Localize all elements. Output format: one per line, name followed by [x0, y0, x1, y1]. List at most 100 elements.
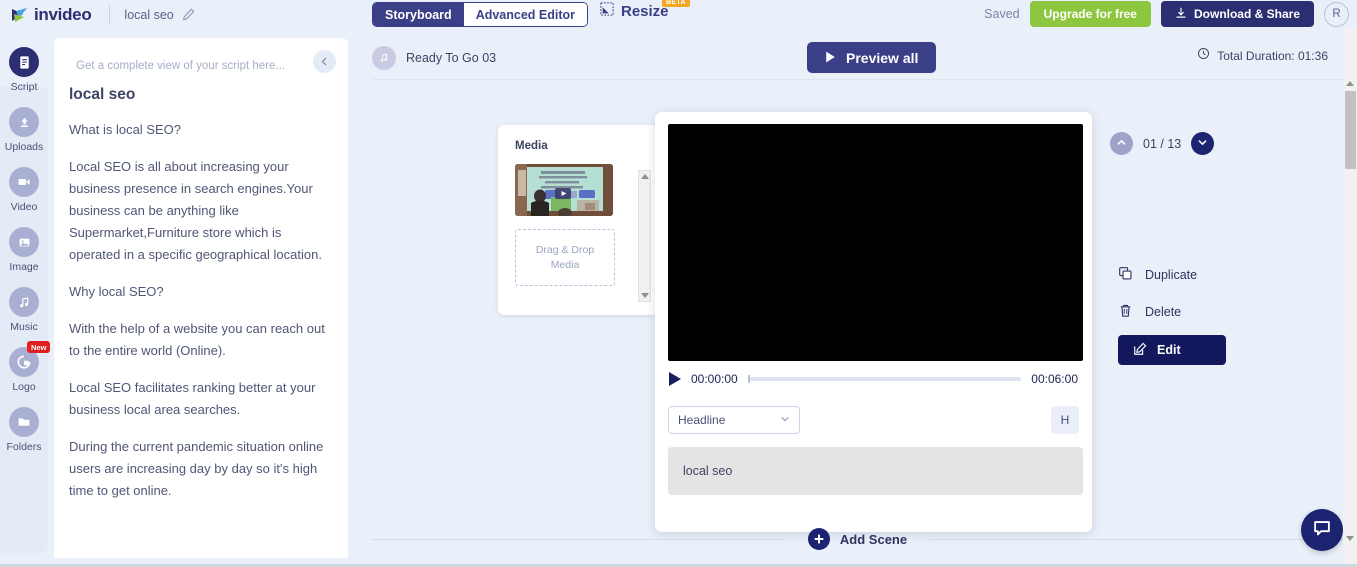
resize-button[interactable]: Resize BETA	[600, 0, 690, 21]
preview-all-button[interactable]: Preview all	[807, 42, 937, 73]
triangle-up-icon[interactable]	[640, 174, 649, 179]
image-icon	[9, 227, 39, 257]
scene-actions: Duplicate Delete Edit	[1118, 261, 1226, 365]
script-hint: Get a complete view of your script here.…	[76, 60, 286, 72]
current-time: 00:00:00	[691, 372, 738, 386]
left-sidebar: Script Uploads Video Image Music New Log…	[0, 29, 51, 567]
chevron-down-icon	[780, 413, 790, 427]
sidebar-item-folders[interactable]: Folders	[0, 397, 48, 453]
heading-style-badge[interactable]: H	[1051, 406, 1079, 434]
brand-logo[interactable]: invideo	[10, 4, 92, 25]
triangle-down-icon[interactable]	[640, 293, 649, 298]
video-thumbnail-presentation-icon[interactable]	[515, 164, 613, 216]
collapse-panel-button[interactable]	[313, 50, 336, 73]
panel-fade-overlay	[54, 540, 348, 558]
save-status: Saved	[984, 7, 1020, 21]
sidebar-item-label: Music	[10, 321, 38, 333]
tab-advanced-editor[interactable]: Advanced Editor	[463, 3, 588, 26]
script-title: local seo	[69, 86, 136, 103]
dropzone-line-1: Drag & Drop	[535, 243, 595, 256]
seek-bar[interactable]	[747, 375, 1022, 383]
next-scene-button[interactable]	[1191, 132, 1215, 155]
delete-scene-button[interactable]: Delete	[1118, 298, 1226, 326]
sidebar-item-label: Uploads	[4, 141, 44, 153]
chat-support-button[interactable]	[1301, 509, 1343, 551]
upgrade-button[interactable]: Upgrade for free	[1029, 1, 1151, 27]
edit-label: Edit	[1157, 343, 1181, 357]
sidebar-item-label: Folders	[6, 441, 42, 453]
scrollbar-down-arrow-icon[interactable]	[1346, 536, 1354, 541]
play-icon[interactable]	[669, 372, 681, 386]
sidebar-item-label: Video	[10, 201, 38, 213]
page-scrollbar[interactable]	[1343, 29, 1357, 567]
scrollbar-up-arrow-icon[interactable]	[1346, 81, 1354, 86]
chevron-down-icon	[1197, 135, 1208, 153]
text-type-select[interactable]: Headline	[668, 406, 800, 434]
chat-bubble-icon	[1311, 517, 1333, 544]
scene-counter: 01 / 13	[1143, 136, 1182, 151]
delete-label: Delete	[1145, 305, 1182, 319]
top-header: invideo local seo Storyboard Advanced Ed…	[0, 0, 1357, 29]
media-card-title: Media	[515, 140, 548, 152]
duplicate-scene-button[interactable]: Duplicate	[1118, 261, 1226, 289]
video-camera-icon	[9, 167, 39, 197]
script-panel: Get a complete view of your script here.…	[54, 38, 348, 558]
add-scene-button[interactable]: Add Scene	[786, 528, 929, 550]
script-paragraph: During the current pandemic situation on…	[69, 439, 324, 498]
script-paragraph: With the help of a website you can reach…	[69, 321, 325, 358]
video-preview-canvas[interactable]	[668, 124, 1083, 361]
avatar[interactable]: R	[1324, 1, 1349, 27]
clock-icon	[1197, 47, 1210, 65]
total-duration-label: Total Duration: 01:36	[1217, 49, 1328, 63]
sidebar-item-image[interactable]: Image	[0, 217, 48, 273]
script-paragraph: Why local SEO?	[69, 284, 164, 299]
pencil-icon[interactable]	[182, 8, 195, 21]
sidebar-item-music[interactable]: Music	[0, 277, 48, 333]
document-icon	[9, 47, 39, 77]
script-content[interactable]: local seo What is local SEO? Local SEO i…	[54, 72, 348, 502]
new-badge: New	[27, 341, 51, 353]
add-scene-row: Add Scene	[372, 524, 1343, 554]
resize-icon	[600, 2, 614, 21]
scene-text-value: local seo	[683, 464, 733, 478]
total-time: 00:06:00	[1031, 372, 1078, 386]
preview-all-label: Preview all	[846, 49, 919, 66]
scene-toolbar: Ready To Go 03 Preview all Total Duratio…	[372, 38, 1345, 78]
scrollbar-thumb[interactable]	[1345, 91, 1356, 169]
text-type-value: Headline	[678, 413, 726, 427]
scene-card: 00:00:00 00:06:00 Headline H local seo	[655, 112, 1092, 532]
scene-navigation: 01 / 13	[1110, 132, 1215, 155]
edit-pencil-icon	[1133, 342, 1147, 359]
add-scene-label: Add Scene	[839, 531, 908, 547]
sidebar-item-script[interactable]: Script	[0, 37, 48, 93]
download-share-button[interactable]: Download & Share	[1160, 1, 1314, 27]
script-paragraph: Local SEO is all about increasing your b…	[69, 159, 322, 262]
sidebar-item-logo[interactable]: New Logo	[0, 337, 51, 393]
header-divider	[109, 4, 111, 25]
sidebar-item-label: Image	[9, 261, 39, 273]
total-duration: Total Duration: 01:36	[1197, 47, 1328, 65]
audio-track-name: Ready To Go 03	[406, 51, 497, 65]
sidebar-item-video[interactable]: Video	[0, 157, 48, 213]
download-share-label: Download & Share	[1193, 7, 1300, 21]
plus-circle-icon	[807, 528, 830, 550]
tab-storyboard[interactable]: Storyboard	[373, 3, 464, 26]
trash-icon	[1118, 303, 1133, 321]
dropzone-line-2: Media	[550, 258, 580, 271]
seek-handle[interactable]	[747, 375, 750, 383]
edit-scene-button[interactable]: Edit	[1118, 335, 1226, 365]
header-right-actions: Saved Upgrade for free Download & Share …	[984, 1, 1349, 27]
audio-track-chip[interactable]: Ready To Go 03	[372, 46, 496, 70]
scene-text-field[interactable]: local seo	[668, 447, 1083, 495]
sidebar-item-uploads[interactable]: Uploads	[0, 97, 48, 153]
brand-name: invideo	[34, 4, 92, 24]
chevron-left-icon	[320, 53, 329, 71]
download-icon	[1175, 7, 1187, 22]
beta-badge: BETA	[662, 0, 690, 7]
main-content: Ready To Go 03 Preview all Total Duratio…	[348, 29, 1357, 567]
drag-drop-media-zone[interactable]: Drag & Drop Media	[515, 229, 615, 286]
media-scrollbar[interactable]	[638, 170, 651, 302]
previous-scene-button[interactable]	[1110, 132, 1133, 155]
project-title[interactable]: local seo	[124, 8, 173, 22]
video-player-controls: 00:00:00 00:06:00	[668, 372, 1079, 386]
